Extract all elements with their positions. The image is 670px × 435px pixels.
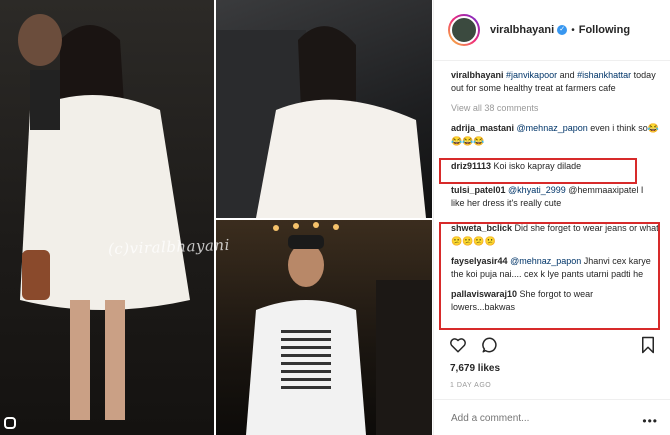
instagram-logo-icon xyxy=(4,417,16,429)
photo-panel-left xyxy=(0,0,214,435)
caption: viralbhayani #janvikapoor and #ishankhat… xyxy=(451,69,659,95)
hashtag-link[interactable]: #ishankhattar xyxy=(577,70,631,80)
man-figure-illustration xyxy=(246,222,432,435)
likes-count[interactable]: 7,679 likes xyxy=(450,363,500,374)
avatar[interactable] xyxy=(448,14,480,46)
photo-panel-top-right xyxy=(216,0,432,218)
post-timestamp: 1 DAY AGO xyxy=(450,382,492,389)
car-scene-illustration xyxy=(216,26,426,218)
verified-badge-icon: ✓ xyxy=(557,25,568,35)
bookmark-icon[interactable] xyxy=(640,336,656,354)
highlight-box xyxy=(439,222,660,330)
highlight-box xyxy=(439,158,637,184)
caption-username[interactable]: viralbhayani xyxy=(451,70,504,80)
hashtag-link[interactable]: #janvikapoor xyxy=(506,70,557,80)
comment-item: adrija_mastani @mehnaz_papon even i thin… xyxy=(451,122,659,148)
mention-link[interactable]: @khyati_2999 xyxy=(508,185,566,195)
add-comment-bar: ••• xyxy=(433,399,670,435)
add-comment-input[interactable] xyxy=(449,412,653,425)
header-separator: • xyxy=(571,24,575,36)
post-photo[interactable]: (c)viralbhayani xyxy=(0,0,432,435)
photo-divider-horizontal xyxy=(216,218,432,220)
following-button[interactable]: Following xyxy=(579,24,630,36)
header-username[interactable]: viralbhayani xyxy=(490,24,554,36)
instagram-post: (c)viralbhayani viralbhayani ✓ • Followi… xyxy=(0,0,670,435)
woman-figure-illustration xyxy=(18,14,190,420)
caption-text: and xyxy=(557,70,578,80)
post-header: viralbhayani ✓ • Following xyxy=(434,0,670,61)
comment-username[interactable]: tulsi_patel01 xyxy=(451,185,506,195)
more-options-icon[interactable]: ••• xyxy=(642,414,658,428)
comment-icon[interactable] xyxy=(481,336,499,354)
comment-item: tulsi_patel01 @khyati_2999 @hemmaaxipate… xyxy=(451,184,659,210)
photo-panel-bottom-right xyxy=(216,220,432,435)
view-all-comments-link[interactable]: View all 38 comments xyxy=(451,102,659,115)
action-bar xyxy=(449,336,499,354)
heart-icon[interactable] xyxy=(449,336,467,354)
comment-username[interactable]: adrija_mastani xyxy=(451,123,514,133)
mention-link[interactable]: @mehnaz_papon xyxy=(517,123,588,133)
